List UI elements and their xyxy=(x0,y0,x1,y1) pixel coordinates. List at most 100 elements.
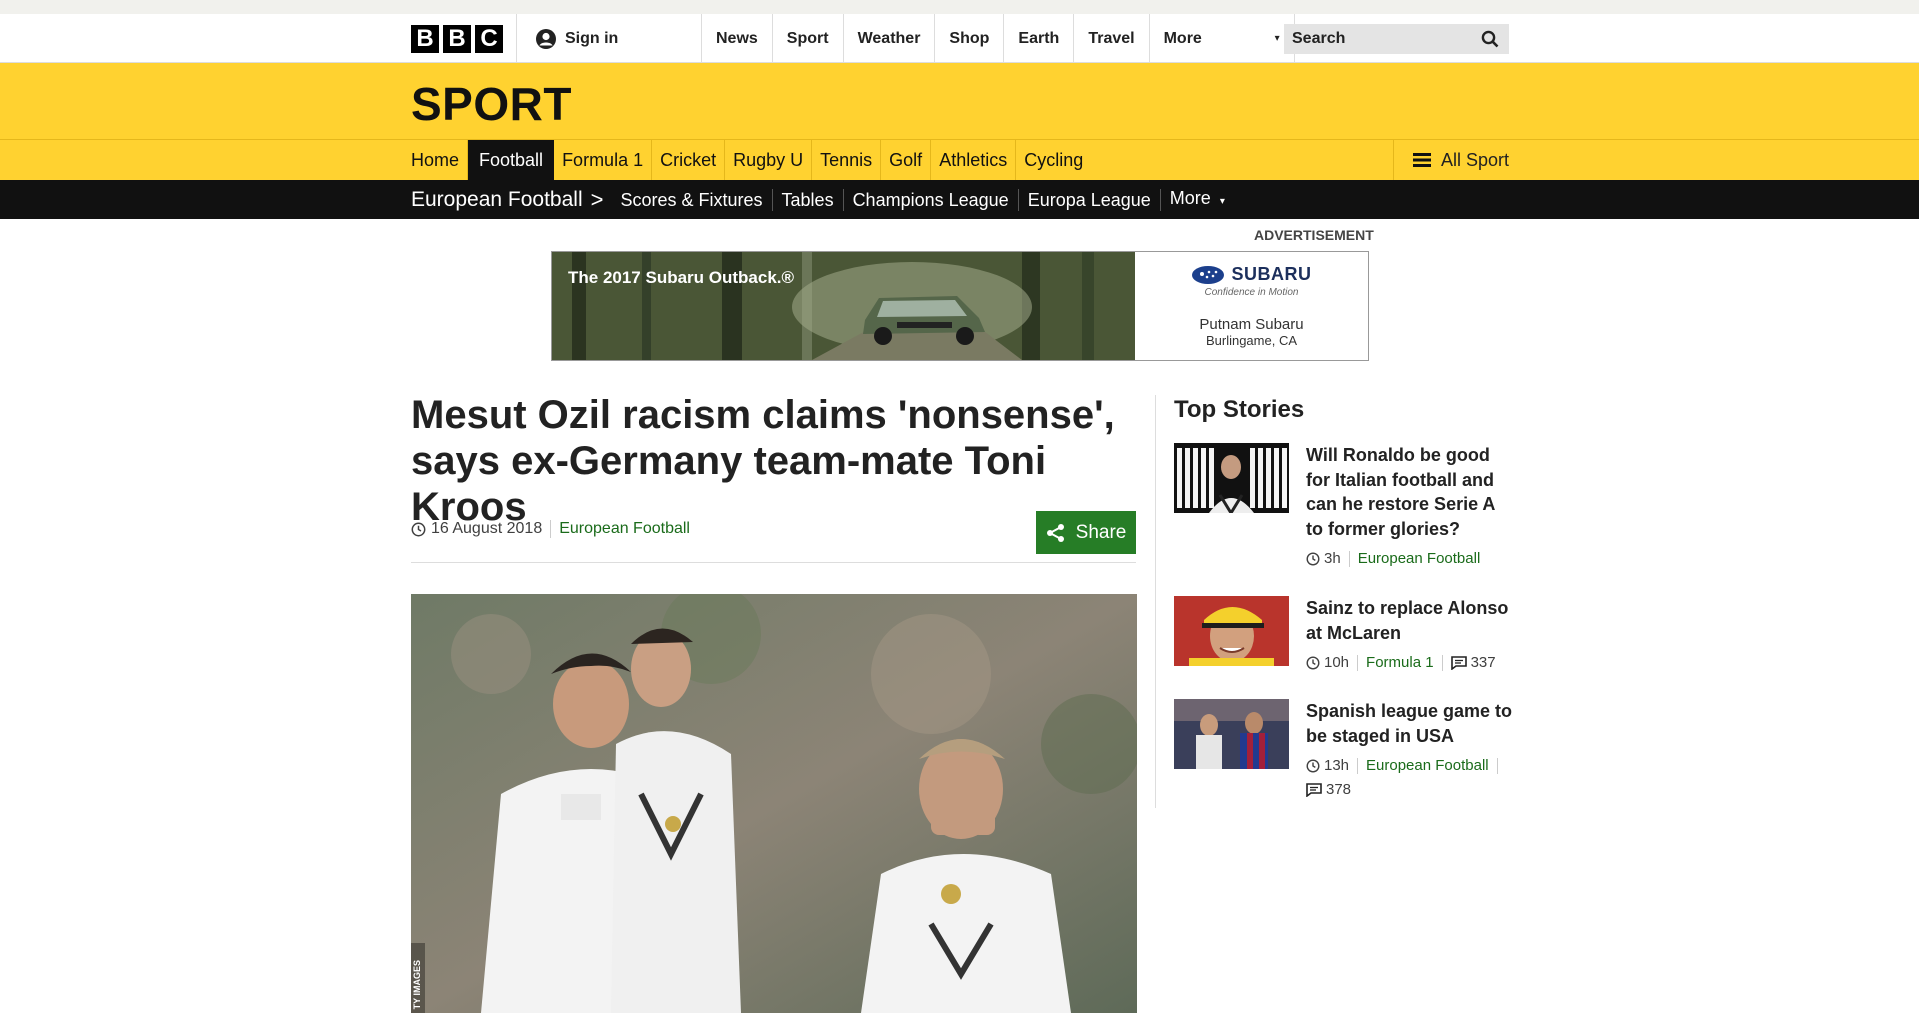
clock-icon xyxy=(1306,552,1320,566)
sport-nav-athletics[interactable]: Athletics xyxy=(931,140,1017,180)
players-photo xyxy=(411,594,1137,1013)
story-title[interactable]: Will Ronaldo be good for Italian footbal… xyxy=(1306,443,1516,541)
all-sport-label: All Sport xyxy=(1440,149,1509,170)
nav-earth[interactable]: Earth xyxy=(1004,14,1075,63)
sport-nav-golf[interactable]: Golf xyxy=(881,140,932,180)
sport-nav-cricket[interactable]: Cricket xyxy=(652,140,726,180)
article-date: 16 August 2018 xyxy=(431,520,543,537)
clock-icon xyxy=(411,522,426,536)
search-input[interactable] xyxy=(1292,30,1462,48)
ad-image: The 2017 Subaru Outback.® xyxy=(552,252,1135,360)
nav-travel[interactable]: Travel xyxy=(1074,14,1150,63)
clock-icon xyxy=(1306,656,1320,670)
sport-header: SPORT Home Football Formula 1 Cricket Ru… xyxy=(0,63,1919,180)
sport-nav-home[interactable]: Home xyxy=(411,140,469,180)
subnav-more[interactable]: More ▾ xyxy=(1161,187,1234,213)
ad-tagline: The 2017 Subaru Outback.® xyxy=(568,268,795,287)
nav-weather[interactable]: Weather xyxy=(844,14,936,63)
comments-icon xyxy=(1306,783,1322,797)
subaru-wordmark: SUBARU xyxy=(1231,264,1312,284)
divider xyxy=(1357,655,1359,671)
divider xyxy=(1155,395,1156,808)
subnav-scores-fixtures[interactable]: Scores & Fixtures xyxy=(611,188,773,211)
top-nav: News Sport Weather Shop Earth Travel Mor… xyxy=(702,14,1295,63)
sport-nav-tennis[interactable]: Tennis xyxy=(812,140,882,180)
article-meta: 16 August 2018 European Football xyxy=(411,520,690,538)
story-title[interactable]: Sainz to replace Alonso at McLaren xyxy=(1306,596,1516,645)
comments-icon xyxy=(1450,656,1467,670)
comment-count[interactable]: 337 xyxy=(1471,651,1496,675)
credit-bar: TY IMAGES xyxy=(411,943,425,1013)
story-section-link[interactable]: European Football xyxy=(1366,754,1489,778)
section-subnav: European Football > Scores & Fixtures Ta… xyxy=(0,180,1919,219)
user-icon xyxy=(536,28,556,49)
chevron-right-icon: > xyxy=(590,186,604,212)
subnav-more-label: More xyxy=(1169,187,1211,208)
nav-more-label: More xyxy=(1163,29,1202,47)
caret-down-icon: ▾ xyxy=(1219,195,1225,207)
logo-letter: B xyxy=(411,25,439,53)
story-meta: 10h Formula 1 337 xyxy=(1306,651,1516,675)
divider xyxy=(1496,758,1498,774)
story-section-link[interactable]: Formula 1 xyxy=(1366,651,1434,675)
subaru-tagline: Confidence in Motion xyxy=(1204,287,1299,298)
nav-sport[interactable]: Sport xyxy=(773,14,844,63)
image-credit: TY IMAGES xyxy=(412,959,422,1009)
comments-link[interactable]: 378 xyxy=(1306,778,1351,802)
sign-in-label: Sign in xyxy=(565,29,619,47)
story-title[interactable]: Spanish league game to be staged in USA xyxy=(1306,699,1516,748)
story-section-link[interactable]: European Football xyxy=(1358,547,1481,571)
search-box xyxy=(1284,24,1509,54)
masthead: B B C Sign in News Sport Weather Shop Ea… xyxy=(0,14,1919,63)
menu-icon xyxy=(1412,153,1431,167)
share-button[interactable]: Share xyxy=(1036,511,1136,554)
advertisement-banner[interactable]: The 2017 Subaru Outback.® SUBARU Confide… xyxy=(551,251,1369,361)
divider xyxy=(1348,551,1350,567)
section-title[interactable]: European Football xyxy=(411,188,583,212)
share-label: Share xyxy=(1075,521,1127,543)
share-icon xyxy=(1046,523,1064,542)
story-meta: 3h European Football xyxy=(1306,547,1516,571)
sport-nav: Home Football Formula 1 Cricket Rugby U … xyxy=(411,140,1091,180)
subnav-tables[interactable]: Tables xyxy=(773,188,844,211)
divider xyxy=(1357,758,1359,774)
article-section-link[interactable]: European Football xyxy=(559,520,690,538)
clock-icon xyxy=(1306,759,1320,773)
logo-letter: C xyxy=(475,25,503,53)
bbc-logo[interactable]: B B C xyxy=(411,25,503,53)
dealer-name: Putnam Subaru xyxy=(1199,316,1304,333)
story-age: 3h xyxy=(1324,550,1341,567)
sport-title[interactable]: SPORT xyxy=(411,77,572,131)
sport-nav-cycling[interactable]: Cycling xyxy=(1016,140,1091,180)
story-thumbnail xyxy=(1174,596,1289,666)
story-thumbnail xyxy=(1174,443,1289,513)
caret-down-icon: ▾ xyxy=(1274,33,1280,44)
top-stories-title: Top Stories xyxy=(1174,396,1305,423)
advertisement-label: ADVERTISEMENT xyxy=(1254,227,1374,243)
dealer-location: Burlingame, CA xyxy=(1205,333,1298,348)
sport-nav-rugby-u[interactable]: Rugby U xyxy=(725,140,813,180)
sign-in-button[interactable]: Sign in xyxy=(516,14,702,63)
nav-news[interactable]: News xyxy=(702,14,773,63)
sport-nav-formula-1[interactable]: Formula 1 xyxy=(554,140,653,180)
subaru-star-icon xyxy=(1192,265,1225,284)
story-meta: 13h European Football 378 xyxy=(1306,754,1516,802)
divider xyxy=(411,562,1136,563)
divider xyxy=(550,520,552,538)
story-age: 13h xyxy=(1324,757,1350,774)
story-thumbnail xyxy=(1174,699,1289,769)
search-icon[interactable] xyxy=(1481,30,1499,48)
article-headline: Mesut Ozil racism claims 'nonsense', say… xyxy=(411,393,1115,529)
car-image xyxy=(863,296,985,345)
logo-letter: B xyxy=(443,25,471,53)
sport-nav-football[interactable]: Football xyxy=(468,140,555,180)
nav-more[interactable]: More ▾ xyxy=(1150,14,1295,63)
all-sport-button[interactable]: All Sport xyxy=(1393,140,1509,180)
ad-brand-panel: SUBARU Confidence in Motion Putnam Subar… xyxy=(1135,252,1368,360)
story-age: 10h xyxy=(1324,654,1350,671)
top-strip xyxy=(0,0,1919,14)
comment-count: 378 xyxy=(1326,781,1352,798)
subnav-champions-league[interactable]: Champions League xyxy=(844,188,1019,211)
nav-shop[interactable]: Shop xyxy=(935,14,1005,63)
subnav-europa-league[interactable]: Europa League xyxy=(1019,188,1161,211)
